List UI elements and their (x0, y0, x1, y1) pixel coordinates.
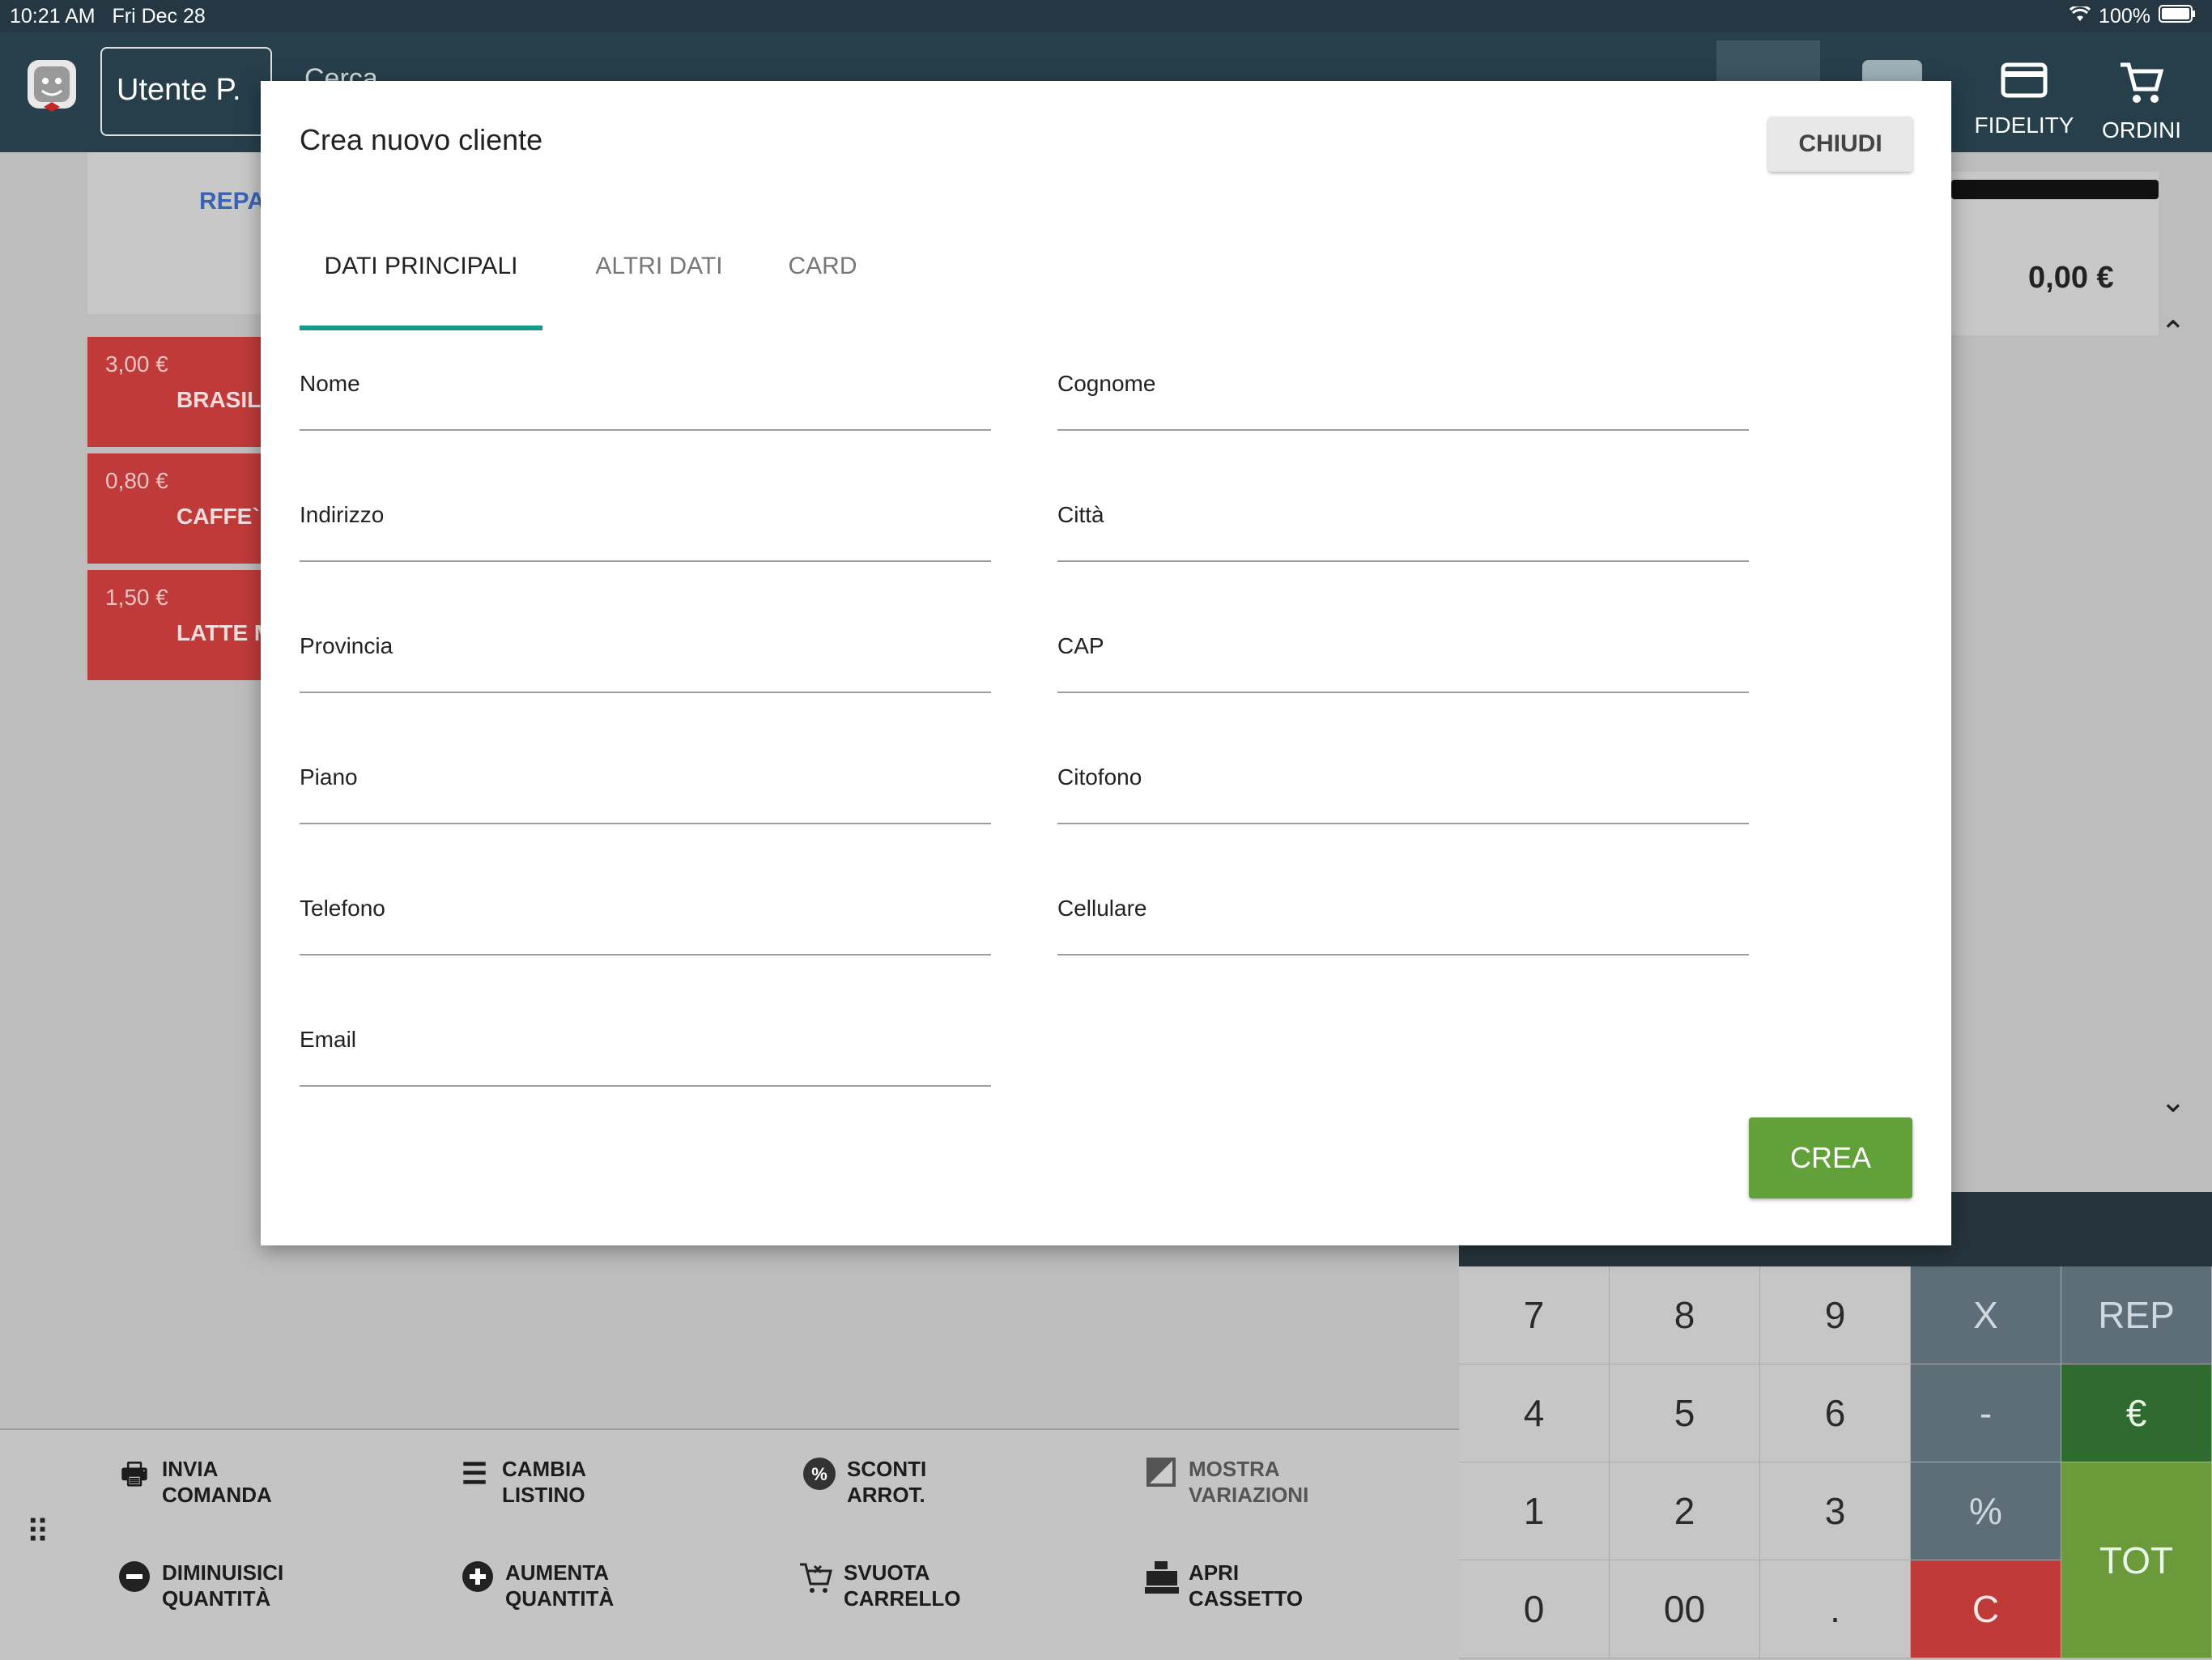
field-label: Cellulare (1057, 896, 1147, 921)
variations-icon (1143, 1456, 1179, 1492)
key-5[interactable]: 5 (1610, 1364, 1760, 1462)
cart-total: 0,00 € (2028, 261, 2114, 295)
key-tot[interactable]: TOT (2061, 1462, 2212, 1658)
key-minus[interactable]: - (1911, 1364, 2061, 1462)
fidelity-label: FIDELITY (1974, 113, 2074, 138)
email-field[interactable]: Email (300, 1027, 991, 1087)
svuota-carrello-button[interactable]: SVUOTA CARRELLO (798, 1560, 960, 1611)
key-dot[interactable]: . (1760, 1560, 1911, 1658)
key-6[interactable]: 6 (1760, 1364, 1911, 1462)
app-logo (24, 57, 81, 118)
card-icon (1964, 60, 2084, 113)
product-name: LATTE M (177, 620, 266, 645)
indirizzo-field[interactable]: Indirizzo (300, 502, 991, 562)
active-tab-indicator (300, 326, 542, 330)
product-name: BRASIL (177, 387, 262, 412)
bottom-toolbar: ⠿ 🖶 INVIA COMANDA ☰ CAMBIA LISTINO % SCONT… (0, 1428, 1459, 1660)
crea-button[interactable]: CREA (1749, 1117, 1912, 1198)
discount-icon: % (802, 1456, 837, 1492)
status-time-date: 10:21 AM Fri Dec 28 (10, 5, 206, 28)
battery-icon (2159, 5, 2196, 28)
create-customer-dialog: Crea nuovo cliente CHIUDI DATI PRINCIPAL… (261, 81, 1951, 1245)
key-rep[interactable]: REP (2061, 1266, 2212, 1364)
field-label: CAP (1057, 633, 1104, 658)
telefono-field[interactable]: Telefono (300, 896, 991, 956)
mostra-variazioni-button[interactable]: MOSTRA VARIAZIONI (1143, 1456, 1308, 1508)
citta-field[interactable]: Città (1057, 502, 1749, 562)
tab-card[interactable]: CARD (759, 253, 886, 280)
svg-text:%: % (811, 1464, 827, 1484)
list-icon: ☰ (461, 1457, 488, 1490)
printer-icon: 🖶 (121, 1457, 148, 1490)
key-00[interactable]: 00 (1610, 1560, 1760, 1658)
sconti-arrot-button[interactable]: % SCONTI ARROT. (802, 1456, 926, 1508)
minus-circle-icon (117, 1560, 152, 1595)
user-selector[interactable]: Utente P. (100, 47, 272, 136)
dialog-title: Crea nuovo cliente (300, 123, 543, 156)
category-label[interactable]: REPA (199, 188, 265, 215)
product-tile[interactable]: 3,00 € BRASIL (87, 337, 266, 447)
tab-dati-principali[interactable]: DATI PRINCIPALI (300, 253, 542, 280)
product-price: 0,80 € (105, 468, 168, 493)
provincia-field[interactable]: Provincia (300, 633, 991, 693)
diminuisci-quantita-button[interactable]: DIMINUISICI QUANTITÀ (117, 1560, 283, 1611)
chevron-up-icon[interactable]: ⌃ (2160, 314, 2186, 351)
status-bar: 10:21 AM Fri Dec 28 100% (0, 0, 2212, 32)
field-label: Email (300, 1027, 357, 1052)
key-percent[interactable]: % (1911, 1462, 2061, 1560)
ordini-label: ORDINI (2102, 117, 2181, 143)
field-label: Nome (300, 371, 360, 396)
key-3[interactable]: 3 (1760, 1462, 1911, 1560)
field-label: Piano (300, 764, 358, 790)
ordini-button[interactable]: ORDINI (2089, 60, 2194, 143)
aumenta-quantita-button[interactable]: AUMENTA QUANTITÀ (460, 1560, 614, 1611)
apri-cassetto-button[interactable]: APRI CASSETTO (1143, 1560, 1303, 1611)
status-indicators: 100% (2069, 4, 2196, 28)
fidelity-button[interactable]: FIDELITY (1964, 60, 2084, 138)
plus-circle-icon (460, 1560, 496, 1595)
field-label: Città (1057, 502, 1104, 527)
field-label: Cognome (1057, 371, 1156, 396)
key-clear[interactable]: C (1911, 1560, 2061, 1658)
field-label: Telefono (300, 896, 385, 921)
field-label: Indirizzo (300, 502, 385, 527)
cash-register-icon (1143, 1560, 1179, 1595)
key-4[interactable]: 4 (1459, 1364, 1610, 1462)
cambia-listino-button[interactable]: ☰ CAMBIA LISTINO (457, 1456, 586, 1508)
empty-cart-icon (798, 1560, 834, 1595)
key-2[interactable]: 2 (1610, 1462, 1760, 1560)
numeric-keypad: 7 8 9 X REP 4 5 6 - € 1 2 3 % TOT 0 00 .… (1459, 1266, 2212, 1658)
battery-percent: 100% (2099, 5, 2150, 28)
key-7[interactable]: 7 (1459, 1266, 1610, 1364)
product-name: CAFFE` L (177, 504, 266, 529)
field-label: Citofono (1057, 764, 1142, 790)
cart-icon (2089, 60, 2194, 117)
tab-altri-dati[interactable]: ALTRI DATI (562, 253, 756, 280)
citofono-field[interactable]: Citofono (1057, 764, 1749, 824)
product-price: 3,00 € (105, 351, 168, 377)
nome-field[interactable]: Nome (300, 371, 991, 431)
key-0[interactable]: 0 (1459, 1560, 1610, 1658)
product-tile[interactable]: 0,80 € CAFFE` L (87, 453, 266, 564)
key-8[interactable]: 8 (1610, 1266, 1760, 1364)
cellulare-field[interactable]: Cellulare (1057, 896, 1749, 956)
cap-field[interactable]: CAP (1057, 633, 1749, 693)
wifi-icon (2069, 4, 2091, 28)
product-price: 1,50 € (105, 585, 168, 610)
key-9[interactable]: 9 (1760, 1266, 1911, 1364)
piano-field[interactable]: Piano (300, 764, 991, 824)
grid-menu-icon[interactable]: ⠿ (26, 1514, 49, 1551)
field-label: Provincia (300, 633, 393, 658)
key-1[interactable]: 1 (1459, 1462, 1610, 1560)
key-multiply[interactable]: X (1911, 1266, 2061, 1364)
cart-divider (1951, 180, 2159, 199)
cognome-field[interactable]: Cognome (1057, 371, 1749, 431)
chevron-down-icon[interactable]: ⌄ (2160, 1083, 2186, 1120)
invia-comanda-button[interactable]: 🖶 INVIA COMANDA (117, 1456, 272, 1508)
layout-toggle-button[interactable] (1716, 40, 1820, 81)
close-button[interactable]: CHIUDI (1768, 117, 1912, 172)
key-euro[interactable]: € (2061, 1364, 2212, 1462)
product-tile[interactable]: 1,50 € LATTE M (87, 570, 266, 680)
